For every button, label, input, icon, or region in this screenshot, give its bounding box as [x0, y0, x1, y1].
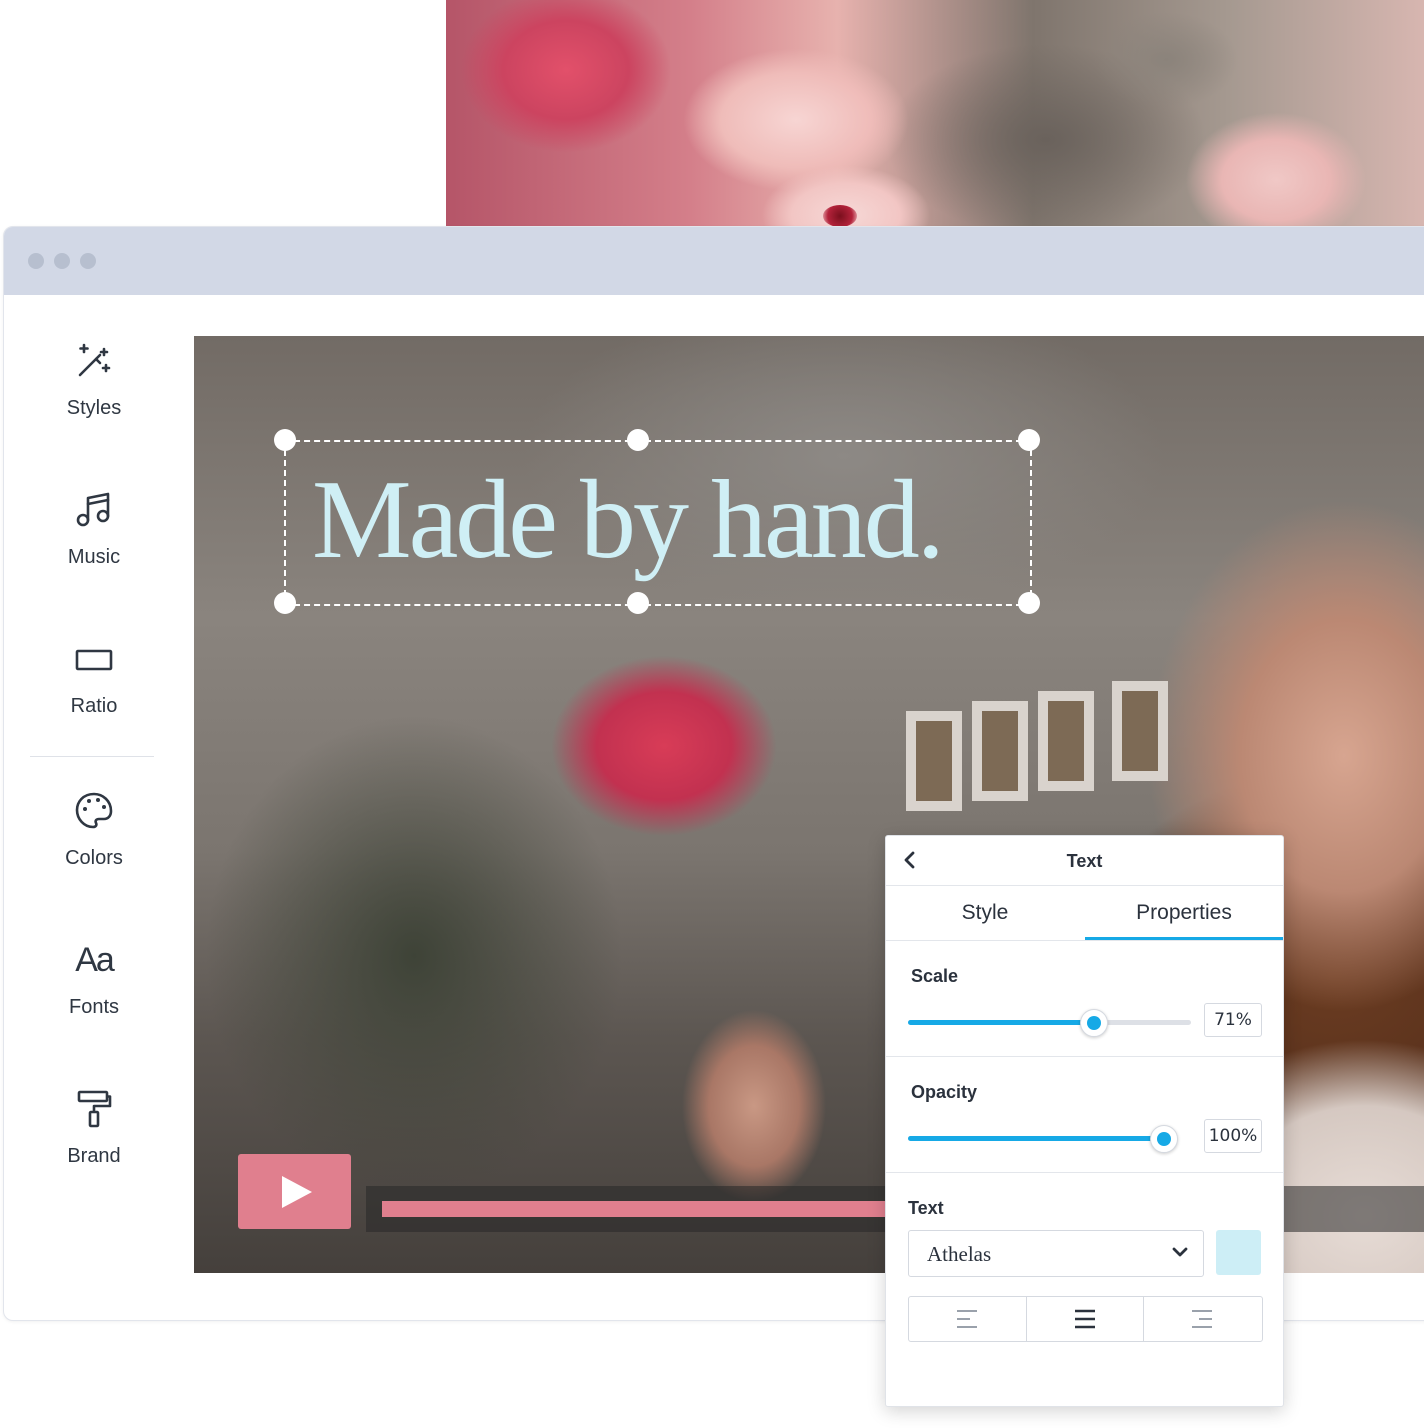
- scale-label: Scale: [911, 966, 959, 986]
- window-title-bar: [4, 227, 1424, 295]
- resize-handle-bottom-center[interactable]: [627, 592, 649, 614]
- music-note-icon: [4, 490, 184, 530]
- magic-wand-icon: [4, 341, 184, 381]
- window-dot-close[interactable]: [28, 253, 44, 269]
- paint-roller-icon: [4, 1089, 184, 1129]
- opacity-slider-fill: [908, 1136, 1164, 1141]
- sidebar-item-fonts[interactable]: Aa Fonts: [4, 940, 184, 1060]
- text-properties-panel: Text Style Properties Scale 71% Opacity …: [885, 835, 1284, 1407]
- align-right-button[interactable]: [1143, 1297, 1261, 1341]
- resize-handle-bottom-left[interactable]: [274, 592, 296, 614]
- playback-progress-fill: [382, 1201, 892, 1217]
- flower-center: [823, 205, 857, 226]
- rectangle-icon: [4, 639, 184, 679]
- tab-properties[interactable]: Properties: [1085, 886, 1283, 940]
- opacity-slider-thumb[interactable]: [1150, 1125, 1179, 1153]
- wall-frame: [906, 711, 962, 811]
- wall-frame: [1038, 691, 1094, 791]
- wall-frame: [972, 701, 1028, 801]
- font-icon: Aa: [75, 941, 115, 979]
- resize-handle-top-right[interactable]: [1018, 429, 1040, 451]
- sidebar-item-brand[interactable]: Brand: [4, 1089, 184, 1209]
- align-center-button[interactable]: [1026, 1297, 1144, 1341]
- panel-header: Text: [886, 836, 1283, 886]
- tab-style[interactable]: Style: [886, 886, 1084, 940]
- scale-value[interactable]: 71%: [1204, 1003, 1262, 1037]
- sidebar-label-music: Music: [67, 546, 121, 568]
- alignment-button-group: [908, 1296, 1263, 1342]
- font-select[interactable]: Athelas: [908, 1230, 1204, 1277]
- window-dot-minimize[interactable]: [54, 253, 70, 269]
- headline-text[interactable]: Made by hand.: [312, 450, 1032, 590]
- sidebar-label-brand: Brand: [67, 1145, 121, 1167]
- resize-handle-top-left[interactable]: [274, 429, 296, 451]
- text-section-label: Text: [908, 1198, 944, 1218]
- sidebar-item-music[interactable]: Music: [4, 490, 184, 610]
- active-tab-indicator: [1085, 937, 1283, 940]
- section-divider: [886, 1172, 1283, 1173]
- palette-icon: [4, 791, 184, 831]
- sidebar-label-ratio: Ratio: [70, 695, 118, 717]
- window-dot-maximize[interactable]: [80, 253, 96, 269]
- section-divider: [886, 1056, 1283, 1057]
- align-left-icon: [957, 1310, 977, 1328]
- opacity-label: Opacity: [911, 1082, 978, 1102]
- sidebar-item-colors[interactable]: Colors: [4, 791, 184, 911]
- scale-slider-fill: [908, 1020, 1093, 1025]
- resize-handle-top-center[interactable]: [627, 429, 649, 451]
- tool-sidebar: Styles Music Ratio Colors Aa Fonts Brand: [4, 295, 184, 1295]
- font-select-value: Athelas: [927, 1242, 992, 1266]
- sidebar-divider: [30, 756, 154, 757]
- sidebar-label-colors: Colors: [65, 847, 123, 869]
- chevron-down-icon: [1171, 1245, 1189, 1263]
- sidebar-item-ratio[interactable]: Ratio: [4, 639, 184, 759]
- align-right-icon: [1192, 1310, 1212, 1328]
- align-center-icon: [1075, 1309, 1095, 1329]
- align-left-button[interactable]: [909, 1297, 1026, 1341]
- play-button[interactable]: [238, 1154, 351, 1229]
- opacity-value[interactable]: 100%: [1204, 1119, 1262, 1153]
- resize-handle-bottom-right[interactable]: [1018, 592, 1040, 614]
- panel-title: Text: [1066, 851, 1103, 871]
- play-icon: [282, 1176, 312, 1208]
- text-color-swatch[interactable]: [1216, 1230, 1261, 1275]
- hero-flower-photo: [446, 0, 1424, 226]
- wall-frame: [1112, 681, 1168, 781]
- sidebar-label-styles: Styles: [66, 397, 122, 419]
- sidebar-label-fonts: Fonts: [68, 996, 120, 1018]
- tabs-divider: [886, 940, 1283, 941]
- scale-slider-thumb[interactable]: [1079, 1009, 1108, 1037]
- sidebar-item-styles[interactable]: Styles: [4, 341, 184, 461]
